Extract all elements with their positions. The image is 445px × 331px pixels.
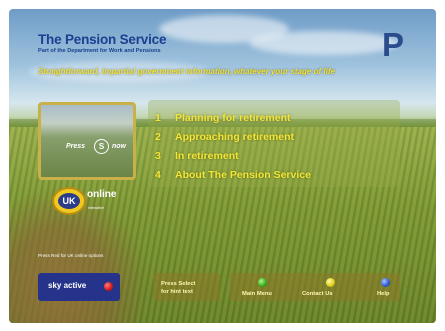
menu-item-label: Approaching retirement <box>175 131 295 143</box>
menu-item-in-retirement[interactable]: 3 In retirement <box>155 150 239 162</box>
hint-text: Press Select for hint text <box>161 280 195 296</box>
menu-item-planning[interactable]: 1 Planning for retirement <box>155 112 291 124</box>
help-button[interactable]: Help <box>365 273 395 301</box>
cloud-decoration <box>249 31 399 55</box>
now-label: now <box>112 143 126 150</box>
menu-item-number: 4 <box>155 169 161 181</box>
menu-item-label: Planning for retirement <box>175 112 291 124</box>
menu-item-approaching[interactable]: 2 Approaching retirement <box>155 131 294 143</box>
hint-line-2: for hint text <box>161 289 193 295</box>
menu-item-label: In retirement <box>175 150 239 162</box>
select-key-icon: S <box>94 139 109 154</box>
green-button-icon <box>258 278 267 287</box>
contact-us-button[interactable]: Contact Us <box>300 273 352 301</box>
hint-text-panel: Press Select for hint text <box>153 273 220 301</box>
nav-buttons-panel: Main Menu Contact Us Help <box>230 273 400 301</box>
page-subtitle: Part of the Department for Work and Pens… <box>38 48 161 54</box>
video-preview[interactable]: Press S now <box>38 102 136 180</box>
main-menu-button[interactable]: Main Menu <box>238 273 290 301</box>
menu-item-label: About The Pension Service <box>175 169 311 181</box>
uk-online-name: online <box>87 189 117 200</box>
press-label: Press <box>66 143 86 150</box>
pension-service-logo: P <box>382 26 405 63</box>
tagline: Straightforward, impartial government in… <box>38 67 335 76</box>
blue-button-icon <box>381 278 390 287</box>
menu-item-about[interactable]: 4 About The Pension Service <box>155 169 311 181</box>
page-title: The Pension Service <box>38 32 167 47</box>
sky-active-button[interactable]: sky active <box>38 273 120 301</box>
menu-item-number: 3 <box>155 150 161 162</box>
sky-active-label: sky active <box>48 281 87 290</box>
uk-online-sub: interactive <box>88 206 104 210</box>
main-menu-label: Main Menu <box>242 291 272 297</box>
red-button-icon <box>104 282 113 291</box>
uk-online-logo[interactable]: UK <box>52 187 86 215</box>
hint-line-1: Press Select <box>161 281 196 287</box>
contact-us-label: Contact Us <box>302 291 333 297</box>
uk-badge: UK <box>58 193 80 209</box>
red-button-note: Press Red for UK online options <box>38 253 104 258</box>
menu-item-number: 2 <box>155 131 161 143</box>
menu-item-number: 1 <box>155 112 161 124</box>
yellow-button-icon <box>326 278 335 287</box>
help-label: Help <box>377 291 390 297</box>
